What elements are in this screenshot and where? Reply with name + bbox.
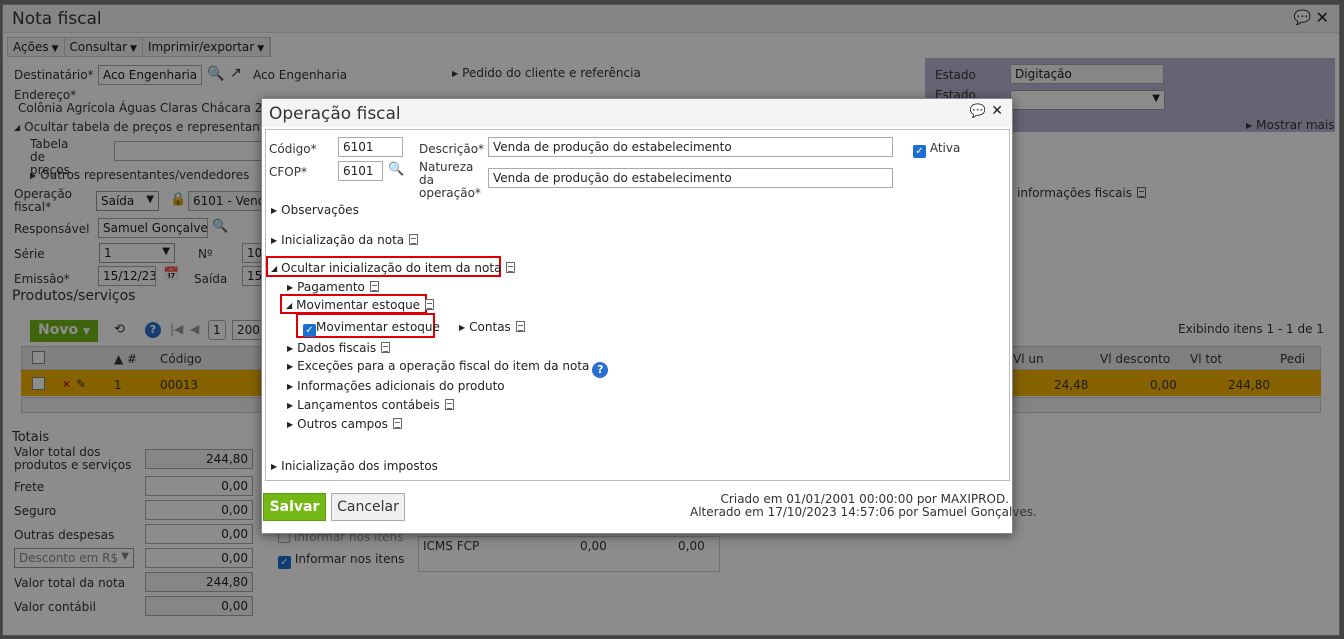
document-icon [425, 299, 435, 310]
chat-icon[interactable]: 💬 [970, 104, 986, 119]
dialog-title: Operação fiscal [269, 104, 401, 124]
contas-toggle[interactable]: ▶ Contas [459, 320, 525, 334]
descricao-field[interactable]: Venda de produção do estabelecimento [488, 137, 893, 157]
ativa-checkbox[interactable]: ✓ Ativa [913, 141, 960, 158]
alterado-text: Alterado em 17/10/2023 14:57:06 por Samu… [690, 505, 1037, 519]
info-adicionais-toggle[interactable]: ▶ Informações adicionais do produto [287, 379, 505, 393]
observacoes-toggle[interactable]: ▶ Observações [271, 203, 359, 217]
document-icon [506, 262, 516, 273]
criado-text: Criado em 01/01/2001 00:00:00 por MAXIPR… [720, 492, 1009, 506]
outros-campos-toggle[interactable]: ▶ Outros campos [287, 417, 402, 431]
cfop-field[interactable]: 6101 [338, 161, 383, 181]
save-button[interactable]: Salvar [263, 493, 326, 521]
movimentar-estoque-checkbox[interactable]: ✓ Movimentar estoque [303, 320, 440, 337]
inicializacao-nota-toggle[interactable]: ▶ Inicialização da nota [271, 233, 419, 247]
codigo-field[interactable]: 6101 [338, 137, 403, 157]
help-icon[interactable]: ? [592, 362, 609, 378]
natureza-label: Natureza da operação* [419, 160, 481, 200]
cfop-label: CFOP* [269, 165, 307, 179]
cancel-button[interactable]: Cancelar [331, 493, 405, 521]
movimentar-estoque-toggle[interactable]: ◢ Movimentar estoque [286, 298, 435, 312]
document-icon [409, 234, 419, 245]
lancamentos-toggle[interactable]: ▶ Lançamentos contábeis [287, 398, 454, 412]
descricao-label: Descrição* [419, 142, 485, 156]
document-icon [444, 399, 454, 410]
ocultar-item-toggle[interactable]: ◢ Ocultar inicialização do item da nota [271, 261, 516, 275]
search-icon[interactable]: 🔍 [388, 162, 404, 177]
document-icon [381, 342, 391, 353]
close-icon[interactable]: ✕ [991, 103, 1003, 119]
inicializacao-impostos-toggle[interactable]: ▶ Inicialização dos impostos [271, 459, 438, 473]
codigo-label: Código* [269, 142, 317, 156]
pagamento-toggle[interactable]: ▶ Pagamento [287, 280, 379, 294]
excecoes-toggle[interactable]: ▶ Exceções para a operação fiscal do item… [287, 359, 609, 378]
dialog-titlebar: Operação fiscal 💬 ✕ [262, 99, 1012, 127]
dados-fiscais-toggle[interactable]: ▶ Dados fiscais [287, 341, 391, 355]
document-icon [392, 418, 402, 429]
natureza-field[interactable]: Venda de produção do estabelecimento [488, 168, 893, 188]
document-icon [369, 281, 379, 292]
document-icon [515, 321, 525, 332]
